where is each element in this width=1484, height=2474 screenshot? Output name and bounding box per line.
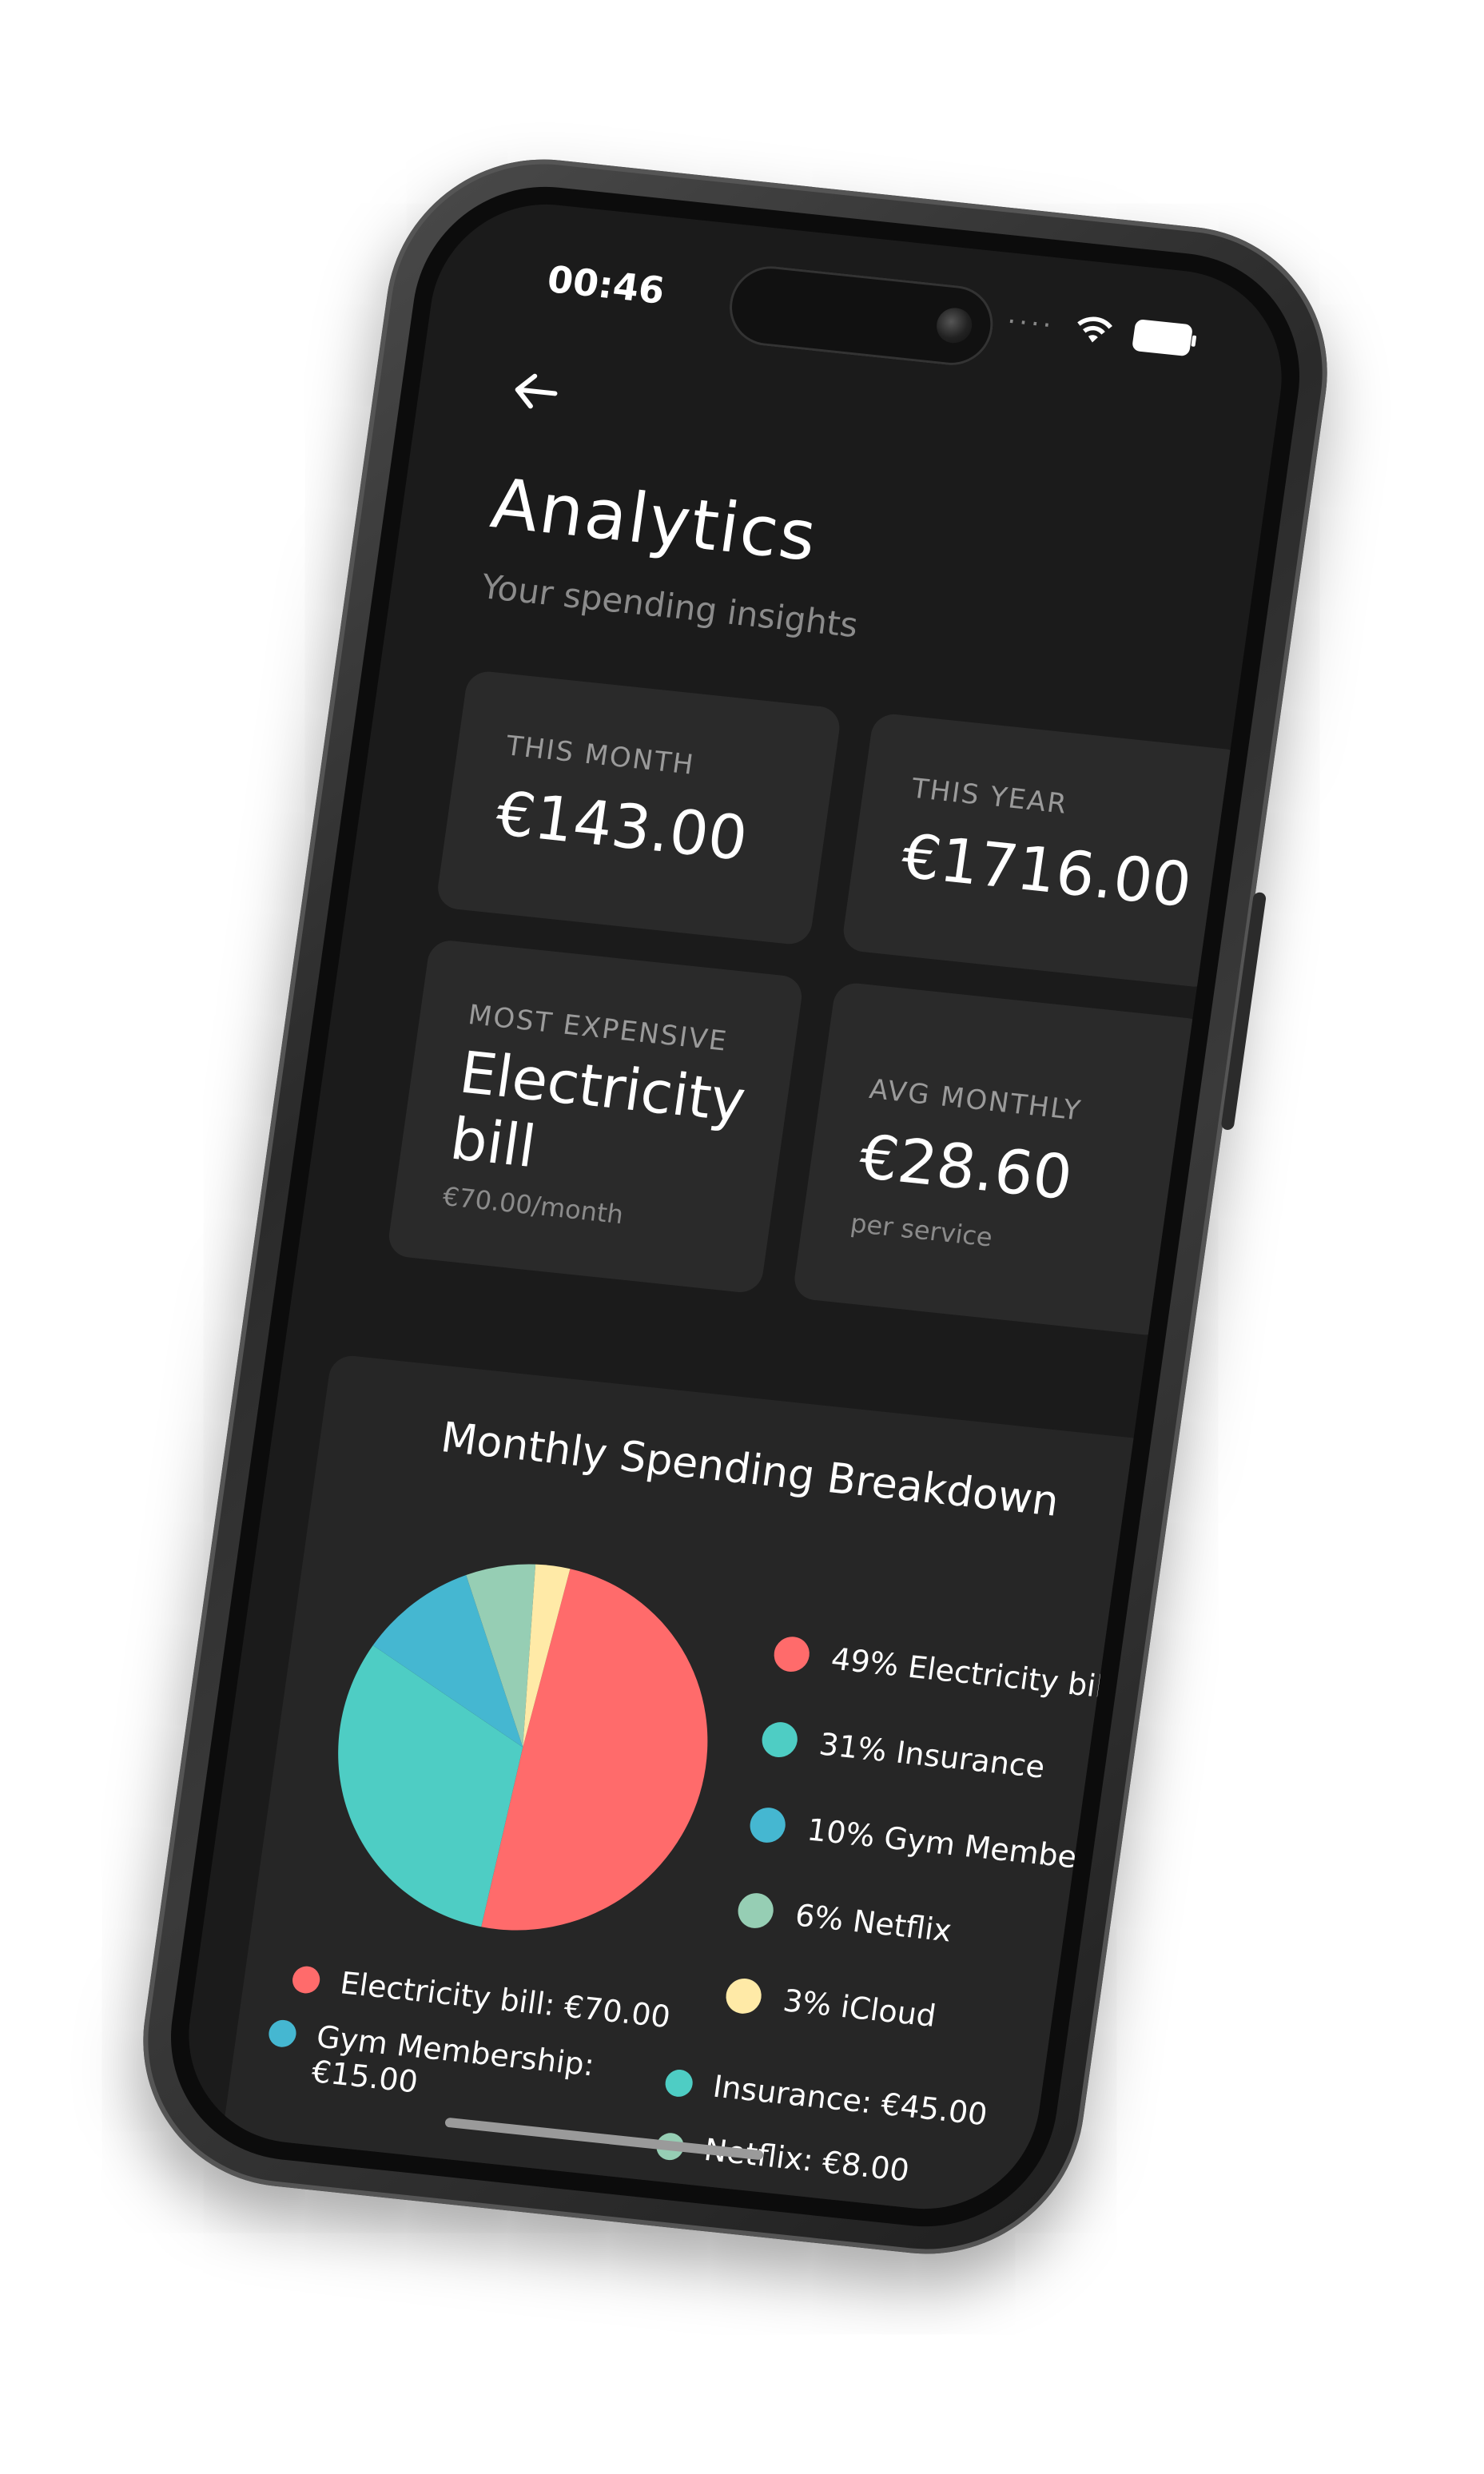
arrow-left-icon	[515, 373, 558, 409]
most-expensive-value: Electricity bill	[446, 1038, 750, 1181]
this-year-card: THIS YEAR €1716.00	[841, 712, 1248, 989]
this-year-label: THIS YEAR	[909, 772, 1070, 821]
camera-icon	[934, 306, 975, 345]
signal-dots-icon: ····	[1005, 305, 1056, 343]
battery-icon	[1131, 319, 1194, 357]
spending-chart-card: Monthly Spending Breakdown 49% Electrici…	[213, 1354, 1168, 2220]
legend-label: 6% Netflix	[793, 1897, 954, 1949]
page-subtitle: Your spending insights	[479, 567, 861, 646]
pie-chart	[338, 1564, 708, 1931]
avg-monthly-value: €28.60	[855, 1120, 1077, 1214]
phone-frame: 00:46 ···· Analytics Your spending insig…	[123, 144, 1347, 2269]
legend-label: 49% Electricity bill	[829, 1641, 1116, 1706]
amount-item-insurance: Insurance: €45.00	[663, 2063, 989, 2132]
legend-dot	[747, 1805, 788, 1845]
stage: 00:46 ···· Analytics Your spending insig…	[0, 0, 1484, 2474]
amount-item-netflix: Netflix: €8.00	[654, 2127, 912, 2189]
amount-label: Gym Membership: €15.00	[309, 2019, 596, 2118]
avg-monthly-label: AVG MONTHLY	[867, 1073, 1084, 1128]
page-title: Analytics	[486, 463, 823, 578]
chart-title: Monthly Spending Breakdown	[438, 1414, 1062, 1526]
amount-label: Insurance: €45.00	[710, 2068, 990, 2133]
legend-dot	[759, 1720, 800, 1760]
avg-monthly-card: AVG MONTHLY €28.60 per service	[791, 980, 1211, 1338]
this-month-label: THIS MONTH	[503, 730, 697, 782]
wifi-icon	[1072, 313, 1115, 348]
legend-dot	[267, 2019, 298, 2049]
amount-label: Electricity bill: €70.00	[337, 1965, 673, 2035]
most-expensive-note: €70.00/month	[440, 1180, 626, 1231]
screen: 00:46 ···· Analytics Your spending insig…	[174, 193, 1296, 2220]
back-button[interactable]	[504, 361, 567, 423]
avg-monthly-note: per service	[848, 1207, 995, 1253]
dynamic-island	[724, 262, 998, 369]
most-expensive-card: MOST EXPENSIVE Electricity bill €70.00/m…	[386, 938, 805, 1295]
this-month-card: THIS MONTH €143.00	[435, 669, 843, 947]
this-year-value: €1716.00	[897, 820, 1196, 921]
this-month-value: €143.00	[491, 777, 752, 874]
chart-legend: 49% Electricity bill 31% Insurance 10% G…	[720, 1609, 1143, 2074]
phone-bezel: 00:46 ···· Analytics Your spending insig…	[154, 173, 1316, 2240]
amount-item-gym: Gym Membership: €15.00	[262, 2014, 596, 2118]
legend-dot	[771, 1635, 812, 1674]
status-time: 00:46	[544, 257, 667, 312]
status-icons: ····	[1005, 305, 1194, 357]
legend-dot	[290, 1964, 322, 1995]
legend-label: 10% Gym Membersl	[805, 1812, 1116, 1879]
legend-dot	[663, 2068, 694, 2098]
side-button	[1220, 891, 1267, 1131]
amount-label: Netflix: €8.00	[702, 2131, 912, 2189]
legend-dot	[735, 1891, 776, 1931]
legend-label: 31% Insurance	[817, 1726, 1048, 1785]
